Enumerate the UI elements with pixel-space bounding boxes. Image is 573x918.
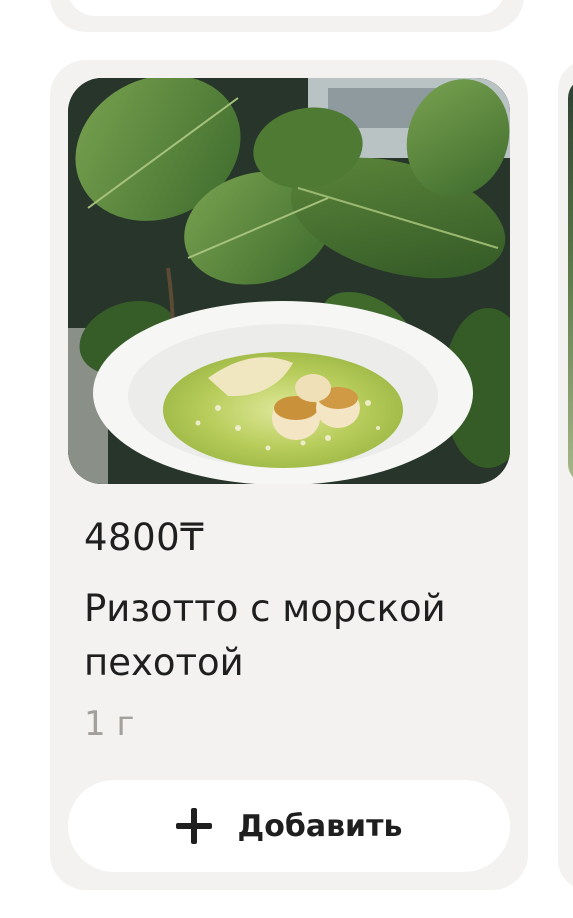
product-price: 4800₸ (84, 516, 205, 559)
plus-icon (175, 808, 212, 844)
risotto-photo-image (68, 78, 510, 484)
add-button-label: Добавить (237, 808, 403, 844)
previous-add-button[interactable] (66, 0, 506, 16)
product-card[interactable]: 4800₸ Ризотто с морской пехотой 1 г Доба… (50, 60, 528, 890)
product-feed: 4800₸ Ризотто с морской пехотой 1 г Доба… (0, 0, 573, 918)
product-photo[interactable] (68, 78, 510, 484)
next-product-photo[interactable] (568, 78, 573, 484)
add-to-cart-button[interactable]: Добавить (68, 780, 510, 872)
product-title: Ризотто с морской пехотой (84, 587, 446, 684)
product-weight: 1 г (84, 704, 135, 744)
